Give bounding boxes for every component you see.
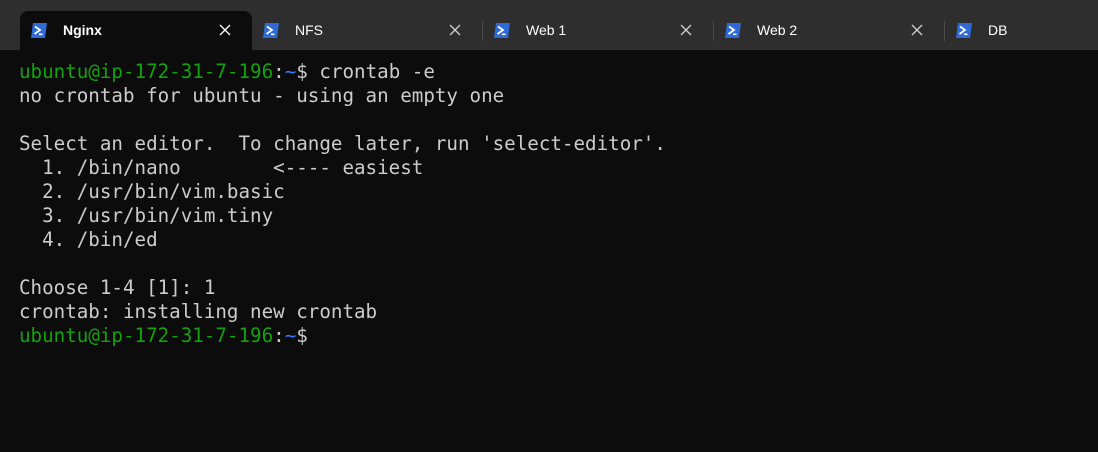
- prompt-separator: :: [273, 60, 285, 83]
- terminal-line: no crontab for ubuntu - using an empty o…: [19, 84, 505, 107]
- terminal-line: Choose 1-4 [1]: 1: [19, 276, 216, 299]
- close-icon[interactable]: [909, 22, 925, 38]
- terminal-line: ubuntu@ip-172-31-7-196:~$ crontab -e: [19, 60, 666, 84]
- powershell-icon: [494, 23, 510, 38]
- tab-web-2[interactable]: Web 2: [714, 11, 945, 50]
- terminal-line: ubuntu@ip-172-31-7-196:~$: [19, 324, 666, 348]
- powershell-icon: [263, 23, 279, 38]
- terminal-line: 1. /bin/nano <---- easiest: [19, 156, 424, 179]
- tab-nginx[interactable]: Nginx: [20, 11, 252, 50]
- terminal-line: 3. /usr/bin/vim.tiny: [19, 204, 274, 227]
- tab-label: DB: [988, 22, 1008, 38]
- terminal-line: 2. /usr/bin/vim.basic: [19, 180, 285, 203]
- close-icon[interactable]: [447, 22, 463, 38]
- prompt-user: ubuntu@ip-172-31-7-196: [19, 60, 274, 83]
- prompt-separator: :: [273, 324, 285, 347]
- prompt-dollar: $: [296, 60, 308, 83]
- terminal-line: crontab: installing new crontab: [19, 300, 378, 323]
- powershell-icon: [725, 23, 741, 38]
- tab-web-1[interactable]: Web 1: [483, 11, 714, 50]
- prompt-dollar: $: [296, 324, 308, 347]
- powershell-icon: [956, 23, 972, 38]
- terminal-command: crontab -e: [307, 60, 435, 83]
- close-icon[interactable]: [678, 22, 694, 38]
- terminal-output[interactable]: ubuntu@ip-172-31-7-196:~$ crontab -e no c…: [19, 60, 666, 348]
- prompt-user: ubuntu@ip-172-31-7-196: [19, 324, 274, 347]
- tab-label: Web 1: [526, 22, 567, 38]
- tab-bar: Nginx NFS Web 1 Web 2 DB: [0, 0, 1098, 50]
- terminal-line: Select an editor. To change later, run '…: [19, 132, 666, 155]
- tab-label: Nginx: [63, 22, 102, 38]
- tab-db[interactable]: DB: [945, 11, 1098, 50]
- tab-nfs[interactable]: NFS: [252, 11, 483, 50]
- powershell-icon: [31, 23, 47, 38]
- close-icon[interactable]: [217, 22, 233, 38]
- tab-label: NFS: [295, 22, 323, 38]
- tab-label: Web 2: [757, 22, 798, 38]
- prompt-path: ~: [284, 60, 297, 83]
- prompt-path: ~: [284, 324, 297, 347]
- terminal-window: Nginx NFS Web 1 Web 2 DB ubuntu@ip-172-3…: [0, 0, 1098, 452]
- terminal-line: 4. /bin/ed: [19, 228, 158, 251]
